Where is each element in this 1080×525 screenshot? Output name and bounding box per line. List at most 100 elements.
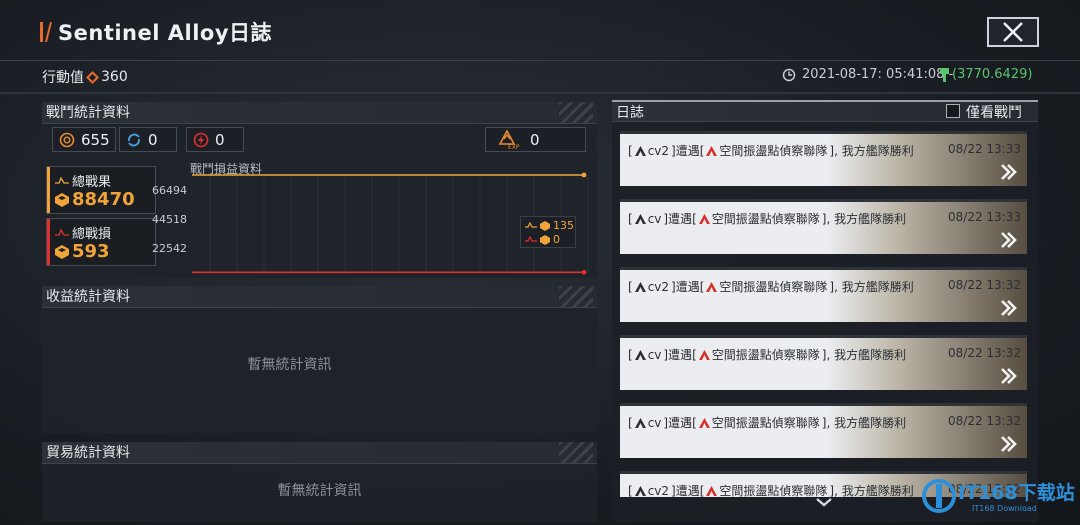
enemy-fleet-icon <box>706 485 718 496</box>
bracket-open: [ <box>628 347 633 362</box>
chart-legend: 135 0 <box>520 216 576 248</box>
header-stripes <box>559 442 593 464</box>
bracket-open: [ <box>628 279 633 294</box>
enemy-name: 空間振盪點偵察聯隊 <box>711 212 820 226</box>
expand-arrow-icon[interactable] <box>999 299 1019 317</box>
log-entry-time: 08/22 13:32 <box>948 278 1021 292</box>
encounter-text: ]遭遇[ <box>671 280 705 294</box>
resource-exp: EXP 0 <box>485 127 586 152</box>
legend-gain-value: 135 <box>553 219 574 232</box>
ally-fleet-icon <box>634 145 646 156</box>
gain-accent-bar <box>47 167 50 213</box>
loss-accent-bar <box>47 219 50 265</box>
credit-icon <box>940 67 949 82</box>
ally-fleet-icon <box>634 213 646 224</box>
log-entry[interactable]: [cv]遭遇[空間振盪點偵察聯隊], 我方艦隊勝利 08/22 13:32 <box>620 335 1027 390</box>
cube-icon <box>540 234 550 245</box>
action-points-value: 360 <box>101 69 128 85</box>
svg-text:EXP: EXP <box>508 144 520 150</box>
scroll-down-icon[interactable] <box>815 496 833 508</box>
ship-name: cv <box>647 211 662 226</box>
header-stripes <box>559 286 593 308</box>
log-entry-tag <box>620 335 628 338</box>
watermark-logo-icon <box>922 479 956 513</box>
log-entry-tag <box>620 267 628 270</box>
encounter-text: ]遭遇[ <box>671 144 705 158</box>
ally-fleet-icon <box>634 485 646 496</box>
legend-loss: 0 <box>525 233 560 246</box>
income-stats-title: 收益統計資料 <box>46 289 130 305</box>
watermark-sub: IT168 Download <box>972 504 1037 513</box>
enemy-name: 空間振盪點偵察聯隊 <box>719 484 828 497</box>
log-entry-tag <box>620 471 628 474</box>
cube-icon <box>540 220 550 231</box>
enemy-fleet-icon <box>698 417 710 428</box>
result-text: ], 我方艦隊勝利 <box>821 416 907 430</box>
total-gain-title: 總戰果 <box>55 171 111 190</box>
log-entry-text: [cv]遭遇[空間振盪點偵察聯隊], 我方艦隊勝利 <box>628 346 906 363</box>
expand-arrow-icon[interactable] <box>999 367 1019 385</box>
action-points-label: 行動值 <box>42 70 84 86</box>
total-gain: 88470 <box>55 189 135 210</box>
income-empty-wrap: 暫無統計資訊 <box>42 354 537 374</box>
log-entry[interactable]: [cv2]遭遇[空間振盪點偵察聯隊], 我方艦隊勝利 08/22 13:33 <box>620 131 1027 186</box>
bracket-open: [ <box>628 143 633 158</box>
result-text: ], 我方艦隊勝利 <box>829 144 914 158</box>
enemy-name: 空間振盪點偵察聯隊 <box>711 416 820 430</box>
expand-arrow-icon[interactable] <box>999 163 1019 181</box>
ship-name: cv <box>647 347 662 362</box>
log-entry-time: 08/22 13:32 <box>948 346 1021 360</box>
enemy-name: 空間振盪點偵察聯隊 <box>719 280 828 294</box>
legend-loss-value: 0 <box>553 233 560 246</box>
log-entry-text: [cv2]遭遇[空間振盪點偵察聯隊], 我方艦隊勝利 <box>628 278 914 295</box>
result-text: ], 我方艦隊勝利 <box>821 212 907 226</box>
bracket-open: [ <box>628 483 633 498</box>
loss-trend-icon <box>525 236 537 242</box>
exp-icon: EXP <box>498 129 520 150</box>
log-title: 日誌 <box>616 105 644 121</box>
log-entry[interactable]: [cv]遭遇[空間振盪點偵察聯隊], 我方艦隊勝利 08/22 13:32 <box>620 403 1027 458</box>
battle-only-checkbox[interactable] <box>946 104 960 118</box>
action-points: 行動值 360 <box>42 67 128 87</box>
close-button[interactable] <box>987 17 1039 47</box>
income-stats-header: 收益統計資料 <box>42 286 597 308</box>
ally-fleet-icon <box>634 417 646 428</box>
coin-icon <box>59 132 75 147</box>
log-entry-time: 08/22 13:33 <box>948 210 1021 224</box>
title-mark-icon <box>40 22 52 42</box>
battle-only-label[interactable]: 僅看戰鬥 <box>966 102 1022 122</box>
result-text: ], 我方艦隊勝利 <box>829 484 914 497</box>
trade-empty-wrap: 暫無統計資訊 <box>42 480 597 500</box>
log-entry-time: 08/22 13:32 <box>948 414 1021 428</box>
close-icon <box>1003 22 1023 42</box>
money-value: (3770.6429) <box>952 67 1033 82</box>
result-text: ], 我方艦隊勝利 <box>829 280 914 294</box>
lightning-icon <box>193 132 209 147</box>
resource-value: 655 <box>81 130 110 149</box>
resource-value: 0 <box>530 130 540 149</box>
watermark: IT168下载站 IT168 Download <box>922 474 1075 522</box>
gain-trend-icon <box>55 176 69 184</box>
y-tick-label: 22542 <box>152 242 187 255</box>
datetime-text: 2021-08-17: 05:41:08 - <box>802 67 954 82</box>
expand-arrow-icon[interactable] <box>999 435 1019 453</box>
datetime: 2021-08-17: 05:41:08 - <box>782 67 953 82</box>
log-entry-text: [cv2]遭遇[空間振盪點偵察聯隊], 我方艦隊勝利 <box>628 482 914 498</box>
cube-icon <box>55 244 69 259</box>
y-tick-label: 44518 <box>152 213 187 226</box>
total-gain-label: 總戰果 <box>72 175 112 190</box>
resource-cycle: 0 <box>119 127 177 152</box>
header-divider <box>0 60 1080 61</box>
expand-arrow-icon[interactable] <box>999 231 1019 249</box>
bracket-open: [ <box>628 211 633 226</box>
log-entry[interactable]: [cv2]遭遇[空間振盪點偵察聯隊], 我方艦隊勝利 08/22 13:32 <box>620 267 1027 322</box>
bracket-open: [ <box>628 415 633 430</box>
cycle-icon <box>128 133 140 146</box>
enemy-name: 空間振盪點偵察聯隊 <box>719 144 828 158</box>
trade-stats-title: 貿易統計資料 <box>46 445 130 461</box>
log-entry[interactable]: [cv]遭遇[空間振盪點偵察聯隊], 我方艦隊勝利 08/22 13:33 <box>620 199 1027 254</box>
enemy-fleet-icon <box>706 281 718 292</box>
ship-name: cv2 <box>647 143 670 158</box>
money: (3770.6429) <box>940 67 1032 82</box>
loss-trend-icon <box>55 228 69 236</box>
